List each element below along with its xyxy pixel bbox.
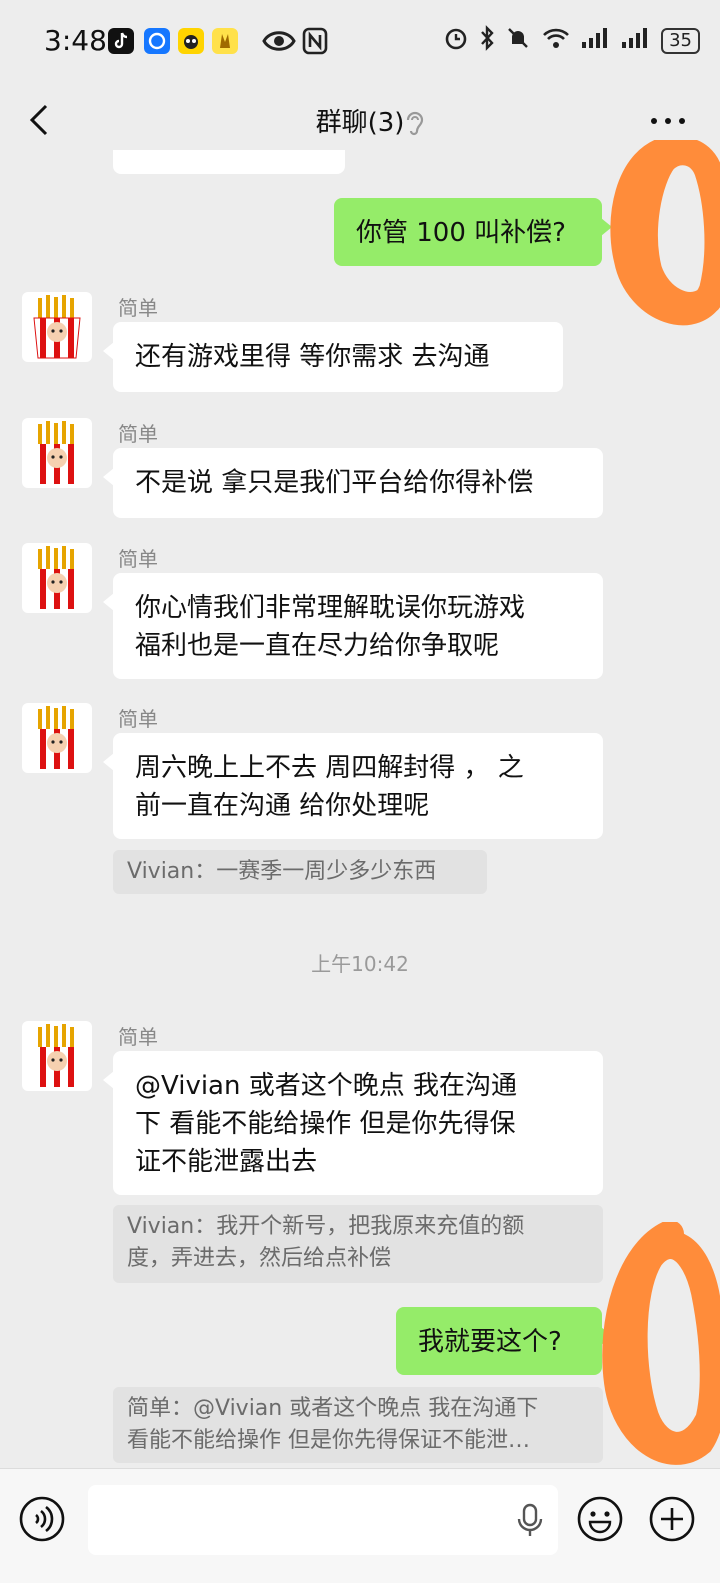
bubble-tail [103,593,114,611]
message-line: 福利也是一直在尽力给你争取呢 [135,631,500,661]
their-message-bubble[interactable]: 周六晚上上不去 周四解封得 ， 之 前一直在沟通 给你处理呢 [103,733,603,839]
their-message-bubble[interactable]: 还有游戏里得 等你需求 去沟通 [103,322,563,392]
mute-icon [505,25,531,57]
their-message-bubble[interactable]: 不是说 拿只是我们平台给你得补偿 [103,448,603,518]
app-icon [144,28,170,54]
quote-line: 度，弄进去，然后给点补偿 [127,1246,392,1271]
timestamp: 上午10:42 [311,952,409,976]
message-line: 证不能泄露出去 [135,1147,318,1177]
fries-avatar-icon [34,421,80,484]
plus-icon [649,1496,695,1542]
message-line: 下 看能不能给操作 但是你先得保 [135,1109,516,1139]
sender-name: 简单 [118,296,158,320]
redaction-scribble [610,140,720,326]
quote-line: Vivian：我开个新号，把我原来充值的额 [127,1214,525,1239]
voice-button[interactable] [18,1495,66,1543]
status-time: 3:48 [44,24,107,57]
battery-indicator: 35 [661,28,700,54]
message-line: 前一直在沟通 给你处理呢 [135,791,430,821]
fries-avatar-icon [34,546,80,609]
quote-line: 简单：@Vivian 或者这个晚点 我在沟通下 [127,1396,539,1421]
status-bar: 3:48 35 [0,0,720,82]
redaction-scribble [602,1222,720,1465]
alarm-icon [443,25,469,57]
bubble-tail [103,342,114,360]
their-message-bubble[interactable]: @Vivian 或者这个晚点 我在沟通 下 看能不能给操作 但是你先得保 证不能… [103,1051,603,1195]
app-icon [212,28,238,54]
quoted-reply[interactable]: Vivian：一赛季一周少多少东西 [113,850,487,894]
emoji-icon [577,1496,623,1542]
earpiece-icon [402,108,426,138]
sender-name: 简单 [118,1025,158,1049]
quoted-reply[interactable]: Vivian：我开个新号，把我原来充值的额 度，弄进去，然后给点补偿 [113,1205,603,1283]
sender-name: 简单 [118,422,158,446]
tiktok-icon [108,28,134,54]
bubble-tail [103,753,114,771]
fries-avatar-icon [34,706,80,769]
my-message-bubble[interactable]: 你管 100 叫补偿? [334,198,612,266]
quote-line: 看能不能给操作 但是你先得保证不能泄… [127,1428,530,1453]
message-bubble-partial [113,150,345,174]
status-icons: 35 [443,24,700,58]
avatar[interactable] [22,418,92,488]
message-line: 周六晚上上不去 周四解封得 ， 之 [135,753,524,783]
quote-text: Vivian：一赛季一周少多少东西 [127,859,437,884]
quoted-reply[interactable]: 简单：@Vivian 或者这个晚点 我在沟通下 看能不能给操作 但是你先得保证不… [113,1387,603,1463]
avatar[interactable] [22,292,92,362]
fries-avatar-icon [33,295,81,359]
mic-button[interactable] [516,1503,544,1541]
chat-title: 群聊(3) [315,108,405,138]
nfc-icon [302,27,328,59]
emoji-button[interactable] [576,1495,624,1543]
sender-name: 简单 [118,707,158,731]
message-input[interactable] [88,1485,558,1555]
message-line: @Vivian 或者这个晚点 我在沟通 [135,1071,517,1101]
more-button[interactable] [648,106,688,136]
more-icon [651,118,685,124]
message-text: 你管 100 叫补偿? [356,218,566,248]
signal-icon [581,26,611,56]
voice-icon [19,1496,65,1542]
sender-name: 简单 [118,547,158,571]
their-message-bubble[interactable]: 你心情我们非常理解耽误你玩游戏 福利也是一直在尽力给你争取呢 [103,573,603,679]
bubble-tail [103,468,114,486]
input-bar [0,1468,720,1583]
signal-icon [621,26,651,56]
message-text: 我就要这个? [418,1327,562,1357]
mic-icon [517,1503,543,1536]
my-message-bubble[interactable]: 我就要这个? [396,1307,612,1375]
message-line: 你心情我们非常理解耽误你玩游戏 [135,593,526,623]
avatar[interactable] [22,1021,92,1091]
message-text: 还有游戏里得 等你需求 去沟通 [135,342,490,372]
app-icon [178,28,204,54]
bubble-tail [103,1071,114,1089]
wifi-icon [541,25,571,57]
avatar[interactable] [22,703,92,773]
bluetooth-icon [479,25,495,57]
avatar[interactable] [22,543,92,613]
eye-icon [262,28,296,58]
message-text: 不是说 拿只是我们平台给你得补偿 [135,468,534,498]
plus-button[interactable] [648,1495,696,1543]
fries-avatar-icon [34,1024,80,1087]
